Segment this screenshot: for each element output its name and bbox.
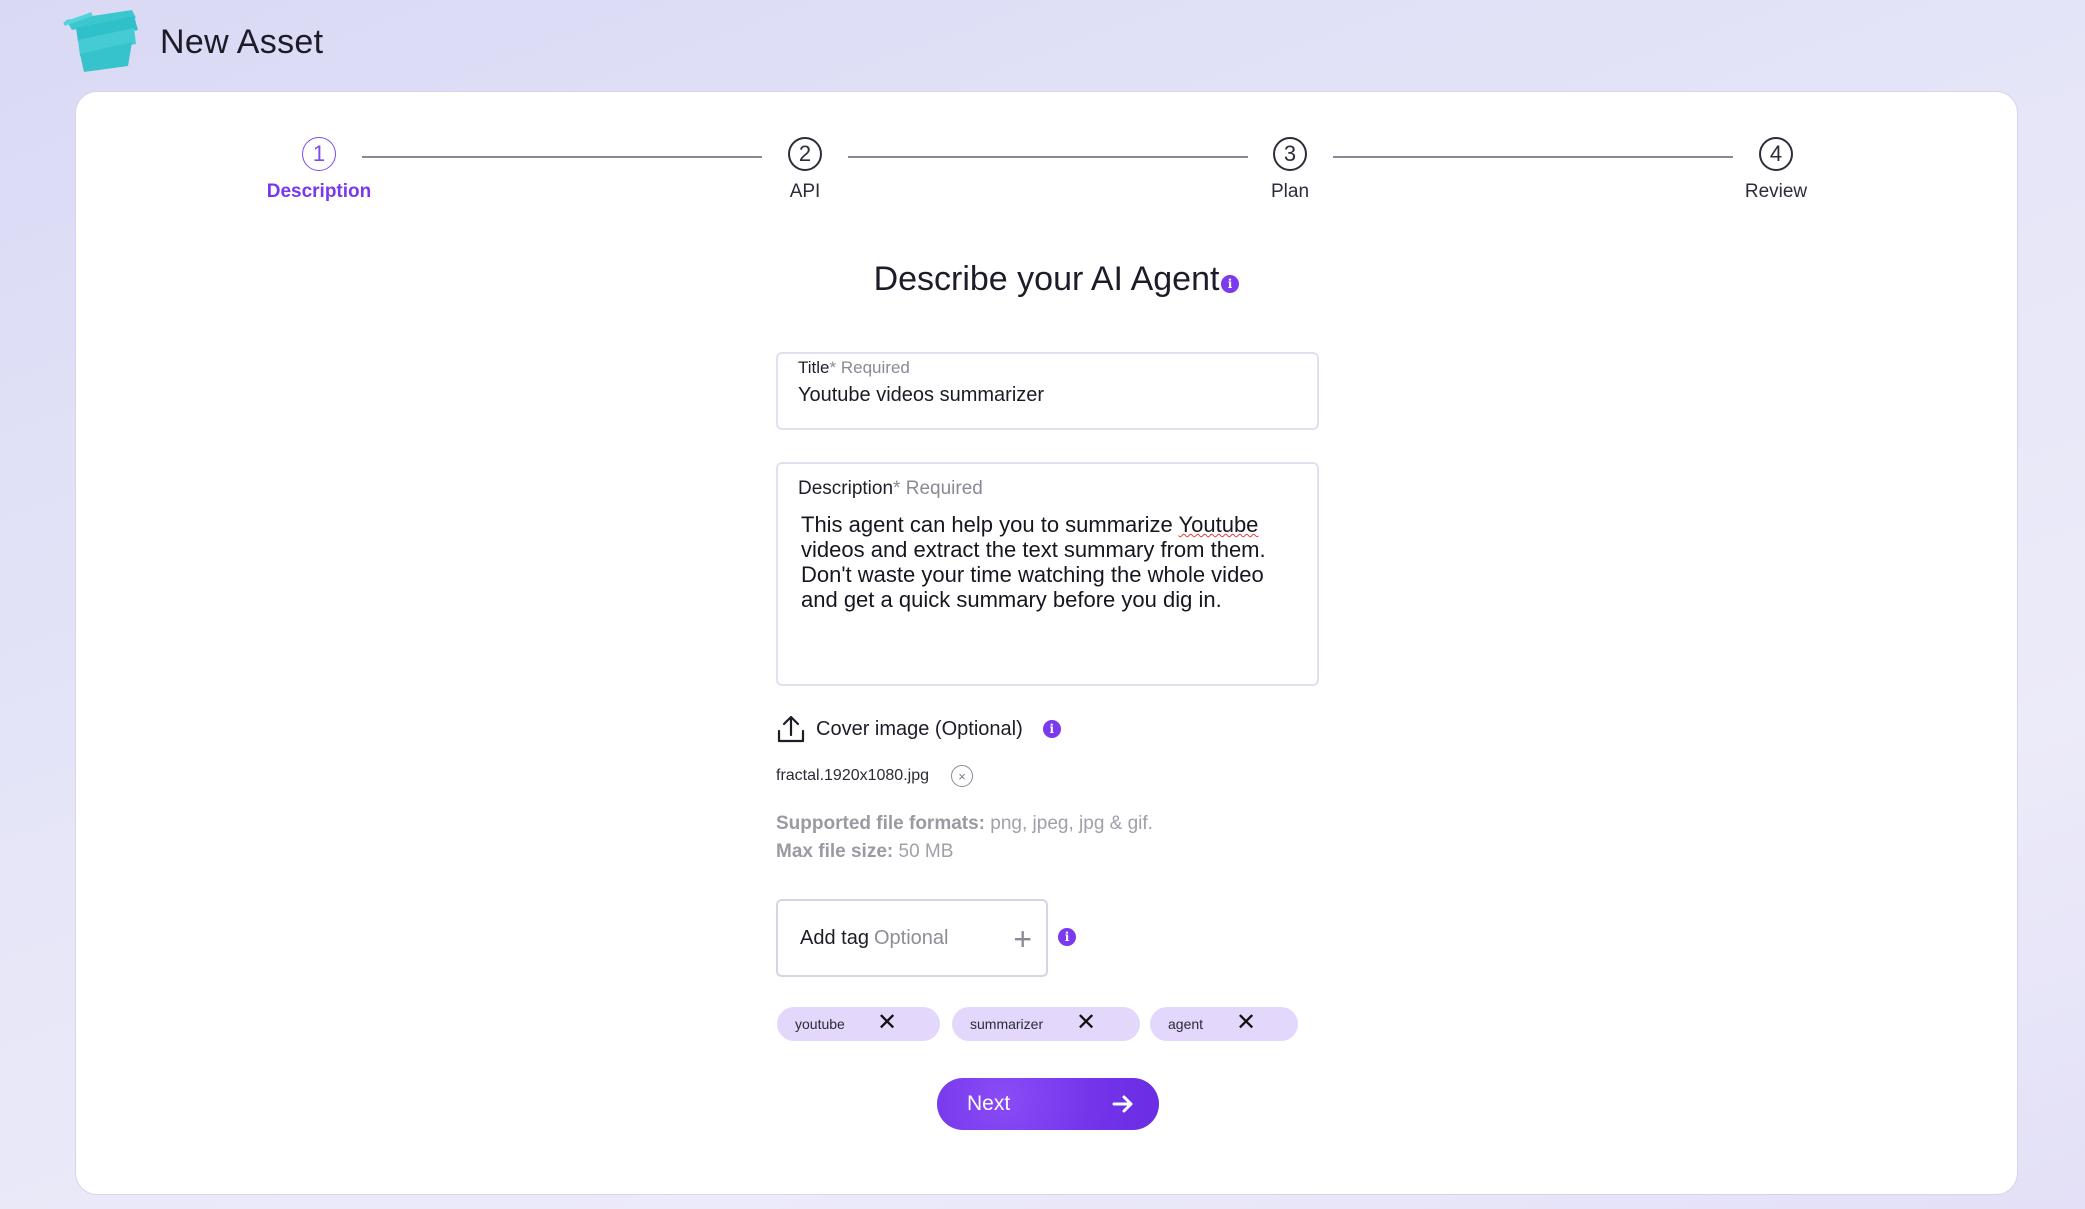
- tag-chip-label: summarizer: [970, 1016, 1044, 1032]
- step-number: 2: [788, 137, 822, 171]
- upload-icon: [777, 715, 805, 743]
- size-value: 50 MB: [898, 841, 954, 862]
- close-icon[interactable]: ✕: [1076, 1008, 1096, 1037]
- step-label: Description: [266, 181, 372, 202]
- tag-chip-label: youtube: [795, 1016, 845, 1032]
- step-connector: [1333, 156, 1733, 158]
- plus-icon[interactable]: +: [1013, 921, 1032, 958]
- step-review[interactable]: 4 Review: [1676, 137, 1876, 203]
- description-label-text: Description: [798, 478, 894, 499]
- description-required: Required: [905, 478, 983, 499]
- file-requirements: Supported file formats: png, jpeg, jpg &…: [776, 810, 1153, 866]
- description-line: This agent can help you to summarize You…: [801, 512, 1297, 537]
- title-field[interactable]: Title* Required Youtube videos summarize…: [776, 352, 1319, 430]
- close-icon[interactable]: ×: [951, 765, 973, 787]
- app-header: New Asset: [62, 6, 323, 78]
- title-asterisk: *: [829, 358, 837, 377]
- section-heading: Describe your AI Agent: [873, 260, 1220, 298]
- formats-value: png, jpeg, jpg & gif.: [990, 813, 1153, 834]
- step-number: 1: [302, 137, 336, 171]
- step-plan[interactable]: 3 Plan: [1190, 137, 1390, 203]
- description-line: videos and extract the text summary from…: [801, 537, 1266, 562]
- supported-formats: Supported file formats: png, jpeg, jpg &…: [776, 810, 1153, 838]
- tag-chip-label: agent: [1168, 1016, 1204, 1032]
- description-line: Don't waste your time watching the whole…: [801, 562, 1264, 587]
- step-api[interactable]: 2 API: [705, 137, 905, 203]
- description-textarea[interactable]: This agent can help you to summarize You…: [801, 512, 1297, 612]
- add-tag-input[interactable]: Add tag Optional +: [776, 899, 1048, 977]
- description-asterisk: *: [893, 478, 901, 499]
- page-title: New Asset: [160, 22, 324, 61]
- title-field-label: Title* Required: [798, 358, 1297, 378]
- step-number: 4: [1759, 137, 1793, 171]
- title-required: Required: [840, 358, 910, 377]
- size-label: Max file size:: [776, 841, 894, 862]
- max-file-size: Max file size: 50 MB: [776, 838, 1153, 866]
- description-line: and get a quick summary before you dig i…: [801, 587, 1222, 612]
- uploaded-file: fractal.1920x1080.jpg ×: [776, 765, 973, 787]
- step-label: Review: [1744, 181, 1808, 202]
- step-label: Plan: [1270, 181, 1310, 202]
- add-tag-label: Add tag Optional: [800, 927, 948, 950]
- add-tag-optional: Optional: [873, 926, 949, 949]
- info-icon[interactable]: i: [1221, 275, 1239, 293]
- title-input-value[interactable]: Youtube videos summarizer: [798, 384, 1297, 407]
- formats-label: Supported file formats:: [776, 813, 986, 834]
- wizard-card: 1 Description 2 API 3 Plan 4 Review Desc…: [75, 91, 2018, 1195]
- close-icon[interactable]: ✕: [1236, 1008, 1256, 1037]
- description-field[interactable]: Description* Required This agent can hel…: [776, 462, 1319, 686]
- description-field-label: Description* Required: [798, 478, 1297, 500]
- arrow-right-icon: [1112, 1095, 1133, 1113]
- step-number: 3: [1273, 137, 1307, 171]
- tag-chip: summarizer ✕: [952, 1007, 1140, 1041]
- cover-image-upload[interactable]: Cover image (Optional) i: [776, 714, 1061, 744]
- logo-icon: [63, 10, 138, 72]
- cover-image-label: Cover image (Optional): [816, 717, 1023, 740]
- step-connector: [848, 156, 1248, 158]
- step-label: API: [789, 181, 821, 202]
- info-icon[interactable]: i: [1042, 720, 1061, 738]
- next-button-label: Next: [967, 1092, 1011, 1115]
- close-icon[interactable]: ✕: [877, 1008, 897, 1037]
- title-label-text: Title: [798, 358, 830, 377]
- misspelled-word: Youtube: [1178, 512, 1259, 537]
- file-name: fractal.1920x1080.jpg: [776, 767, 929, 784]
- step-description[interactable]: 1 Description: [219, 137, 419, 203]
- step-connector: [362, 156, 762, 158]
- description-line-text: This agent can help you to summarize: [801, 512, 1179, 537]
- info-icon[interactable]: i: [1058, 928, 1076, 946]
- add-tag-text: Add tag: [800, 926, 869, 949]
- next-button[interactable]: Next: [937, 1078, 1159, 1130]
- tag-chip: agent ✕: [1150, 1007, 1298, 1041]
- tag-chip: youtube ✕: [777, 1007, 940, 1041]
